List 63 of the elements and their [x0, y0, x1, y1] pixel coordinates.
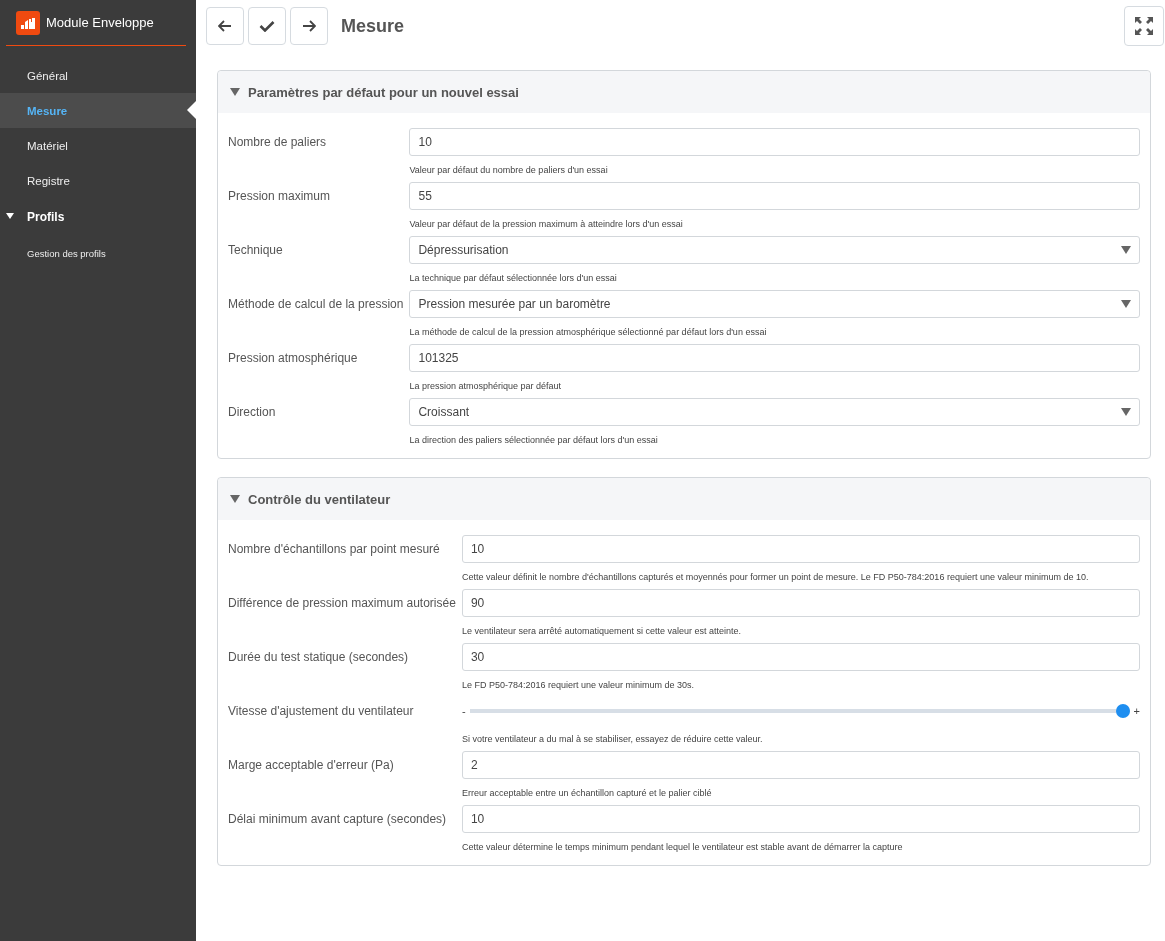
- card-header[interactable]: Contrôle du ventilateur: [218, 478, 1150, 520]
- field-label: Durée du test statique (secondes): [228, 649, 410, 666]
- field-label: Méthode de calcul de la pression: [228, 296, 404, 313]
- help-text: Valeur par défaut de la pression maximum à atteindre lors d'un essai: [409, 219, 684, 229]
- field-label: Délai minimum avant capture (secondes): [228, 811, 448, 828]
- field-label: Technique: [228, 242, 284, 259]
- arrow-left-icon: [218, 20, 232, 32]
- dropdown-caret-icon: [1121, 408, 1131, 416]
- confirm-button[interactable]: [248, 7, 286, 45]
- sidebar-item[interactable]: Mesure: [0, 93, 196, 128]
- card-header[interactable]: Paramètres par défaut pour un nouvel essai: [218, 71, 1150, 113]
- collapse-caret-icon: [230, 495, 240, 503]
- page-title: Mesure: [341, 15, 405, 37]
- help-text: Le ventilateur sera arrêté automatiquement si cette valeur est atteinte.: [461, 626, 743, 636]
- select-field[interactable]: Pression mesurée par un baromètre: [409, 290, 1140, 318]
- text-input[interactable]: 90: [461, 589, 1140, 617]
- help-text: Erreur acceptable entre un échantillon capturé et le palier ciblé: [461, 788, 713, 798]
- collapse-caret-icon: [230, 88, 240, 96]
- field-label: Pression maximum: [228, 188, 332, 205]
- field-label: Différence de pression maximum autorisée: [228, 595, 456, 612]
- text-input[interactable]: 10: [461, 805, 1140, 833]
- minus-label: -: [461, 705, 466, 717]
- help-text: Si votre ventilateur a du mal à se stabiliser, essayez de réduire cette valeur.: [461, 734, 764, 744]
- help-text: Cette valeur détermine le temps minimum pendant lequel le ventilateur est stable avant de démarrer la capture: [461, 842, 904, 852]
- arrow-right-icon: [302, 20, 316, 32]
- field-label: Pression atmosphérique: [228, 350, 359, 367]
- help-text: La direction des paliers sélectionnée par défaut lors d'un essai: [409, 435, 659, 445]
- dropdown-caret-icon: [1121, 300, 1131, 308]
- checkmark-icon: [259, 20, 275, 32]
- text-input[interactable]: 10: [409, 128, 1140, 156]
- dropdown-caret-icon: [1121, 246, 1131, 254]
- field-label: Marge acceptable d'erreur (Pa): [228, 757, 395, 774]
- sidebar-item[interactable]: Matériel: [0, 128, 196, 163]
- select-field[interactable]: Croissant: [409, 398, 1140, 426]
- help-text: Cette valeur définit le nombre d'échantillons capturés et moyennés pour former un point de mesure. Le FD P50-784:2016 requiert une valeur minimum de 10.: [461, 572, 1090, 582]
- forward-button[interactable]: [290, 7, 328, 45]
- help-text: Le FD P50-784:2016 requiert une valeur minimum de 30s.: [461, 680, 696, 690]
- text-input[interactable]: 30: [461, 643, 1140, 671]
- help-text: La pression atmosphérique par défaut: [409, 381, 563, 391]
- text-input[interactable]: 10: [461, 535, 1140, 563]
- slider-thumb[interactable]: [1115, 704, 1130, 718]
- help-text: Valeur par défaut du nombre de paliers d'un essai: [409, 165, 609, 175]
- sidebar-group[interactable]: Profils: [0, 198, 196, 236]
- text-input[interactable]: 2: [461, 751, 1140, 779]
- help-text: La technique par défaut sélectionnée lors d'un essai: [409, 273, 618, 283]
- help-text: La méthode de calcul de la pression atmosphérique sélectionné par défaut lors d'un essai: [409, 327, 768, 337]
- select-field[interactable]: Dépressurisation: [409, 236, 1140, 264]
- sidebar-item[interactable]: Registre: [0, 163, 196, 198]
- plus-label: +: [1133, 705, 1140, 717]
- field-label: Nombre d'échantillons par point mesuré: [228, 541, 441, 558]
- app-title: Module Enveloppe: [46, 15, 154, 30]
- logo-icon: [16, 10, 40, 35]
- field-label: Vitesse d'ajustement du ventilateur: [228, 703, 415, 720]
- back-button[interactable]: [206, 7, 244, 45]
- text-input[interactable]: 101325: [409, 344, 1140, 372]
- fullscreen-button[interactable]: [1124, 6, 1164, 46]
- sidebar-item[interactable]: Gestion des profils: [0, 236, 196, 271]
- expand-icon: [1134, 16, 1154, 36]
- text-input[interactable]: 55: [409, 182, 1140, 210]
- field-label: Nombre de paliers: [228, 134, 328, 151]
- field-label: Direction: [228, 404, 277, 421]
- sidebar-item[interactable]: Général: [0, 58, 196, 93]
- caret-icon: [6, 213, 14, 219]
